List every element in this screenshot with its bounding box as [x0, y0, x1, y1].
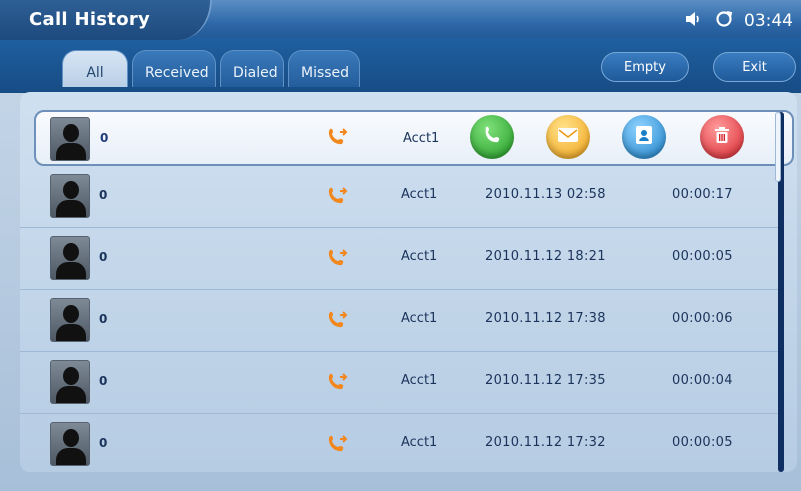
outgoing-call-icon — [326, 185, 350, 207]
call-duration: 00:00:04 — [672, 373, 733, 388]
filter-tabs: All Received Dialed Missed — [62, 50, 360, 87]
tab-label: Missed — [301, 65, 350, 81]
account: Acct1 — [401, 187, 438, 202]
tab-all[interactable]: All — [62, 50, 128, 87]
avatar — [50, 298, 90, 342]
call-button[interactable] — [470, 115, 514, 159]
tab-dialed[interactable]: Dialed — [220, 50, 284, 87]
tab-missed[interactable]: Missed — [288, 50, 360, 87]
call-date: 2010.11.12 17:32 — [485, 435, 606, 450]
envelope-icon — [557, 127, 579, 147]
caller-name: 0 — [99, 312, 108, 326]
status-area: 03:44 — [684, 9, 793, 33]
call-list: 0 Acct1 0 Acct1 2010.11.13 02:58 00:00:1… — [20, 110, 794, 472]
outgoing-call-icon — [326, 433, 350, 455]
call-date: 2010.11.12 17:35 — [485, 373, 606, 388]
call-date: 2010.11.12 18:21 — [485, 249, 606, 264]
refresh-icon — [714, 9, 734, 33]
call-duration: 00:00:05 — [672, 435, 733, 450]
contact-card-icon — [635, 125, 653, 149]
avatar — [50, 174, 90, 218]
outgoing-call-icon — [326, 247, 350, 269]
call-row[interactable]: 0 Acct1 2010.11.12 17:35 00:00:04 — [20, 352, 780, 414]
call-row-selected[interactable]: 0 Acct1 — [34, 110, 794, 166]
header-area: Call History 03:44 All Received Dialed M… — [0, 0, 801, 93]
empty-button[interactable]: Empty — [601, 52, 689, 82]
add-contact-button[interactable] — [622, 115, 666, 159]
call-duration: 00:00:05 — [672, 249, 733, 264]
trash-icon — [713, 125, 731, 149]
caller-name: 0 — [99, 250, 108, 264]
message-button[interactable] — [546, 115, 590, 159]
call-row[interactable]: 0 Acct1 2010.11.12 18:21 00:00:05 — [20, 228, 780, 290]
account: Acct1 — [403, 131, 440, 146]
exit-button[interactable]: Exit — [713, 52, 796, 82]
account: Acct1 — [401, 249, 438, 264]
account: Acct1 — [401, 373, 438, 388]
caller-name: 0 — [100, 131, 109, 145]
caller-name: 0 — [99, 436, 108, 450]
call-date: 2010.11.13 02:58 — [485, 187, 606, 202]
call-row[interactable]: 0 Acct1 2010.11.13 02:58 00:00:17 — [20, 166, 780, 228]
call-date: 2010.11.12 17:38 — [485, 311, 606, 326]
scrollbar-handle[interactable] — [775, 112, 781, 182]
tab-received[interactable]: Received — [132, 50, 216, 87]
avatar — [50, 236, 90, 280]
call-duration: 00:00:17 — [672, 187, 733, 202]
delete-button[interactable] — [700, 115, 744, 159]
call-row[interactable]: 0 Acct1 2010.11.12 17:38 00:00:06 — [20, 290, 780, 352]
caller-name: 0 — [99, 374, 108, 388]
avatar — [50, 117, 90, 161]
tab-label: All — [86, 65, 104, 81]
phone-icon — [481, 124, 503, 150]
call-list-panel: 0 Acct1 0 Acct1 2010.11.13 02:58 00:00:1… — [20, 92, 797, 472]
caller-name: 0 — [99, 188, 108, 202]
outgoing-call-icon — [326, 309, 350, 331]
title-tab: Call History — [0, 0, 212, 40]
avatar — [50, 422, 90, 466]
call-row[interactable]: 0 Acct1 2010.11.12 17:32 00:00:05 — [20, 414, 780, 472]
tab-label: Dialed — [233, 65, 278, 81]
outgoing-call-icon — [326, 371, 350, 393]
account: Acct1 — [401, 311, 438, 326]
clock: 03:44 — [744, 11, 793, 31]
account: Acct1 — [401, 435, 438, 450]
call-history-screen: Call History 03:44 All Received Dialed M… — [0, 0, 801, 491]
avatar — [50, 360, 90, 404]
tab-label: Received — [145, 65, 209, 81]
speaker-icon — [684, 10, 704, 32]
call-duration: 00:00:06 — [672, 311, 733, 326]
page-title: Call History — [29, 9, 151, 30]
outgoing-call-icon — [326, 126, 350, 148]
